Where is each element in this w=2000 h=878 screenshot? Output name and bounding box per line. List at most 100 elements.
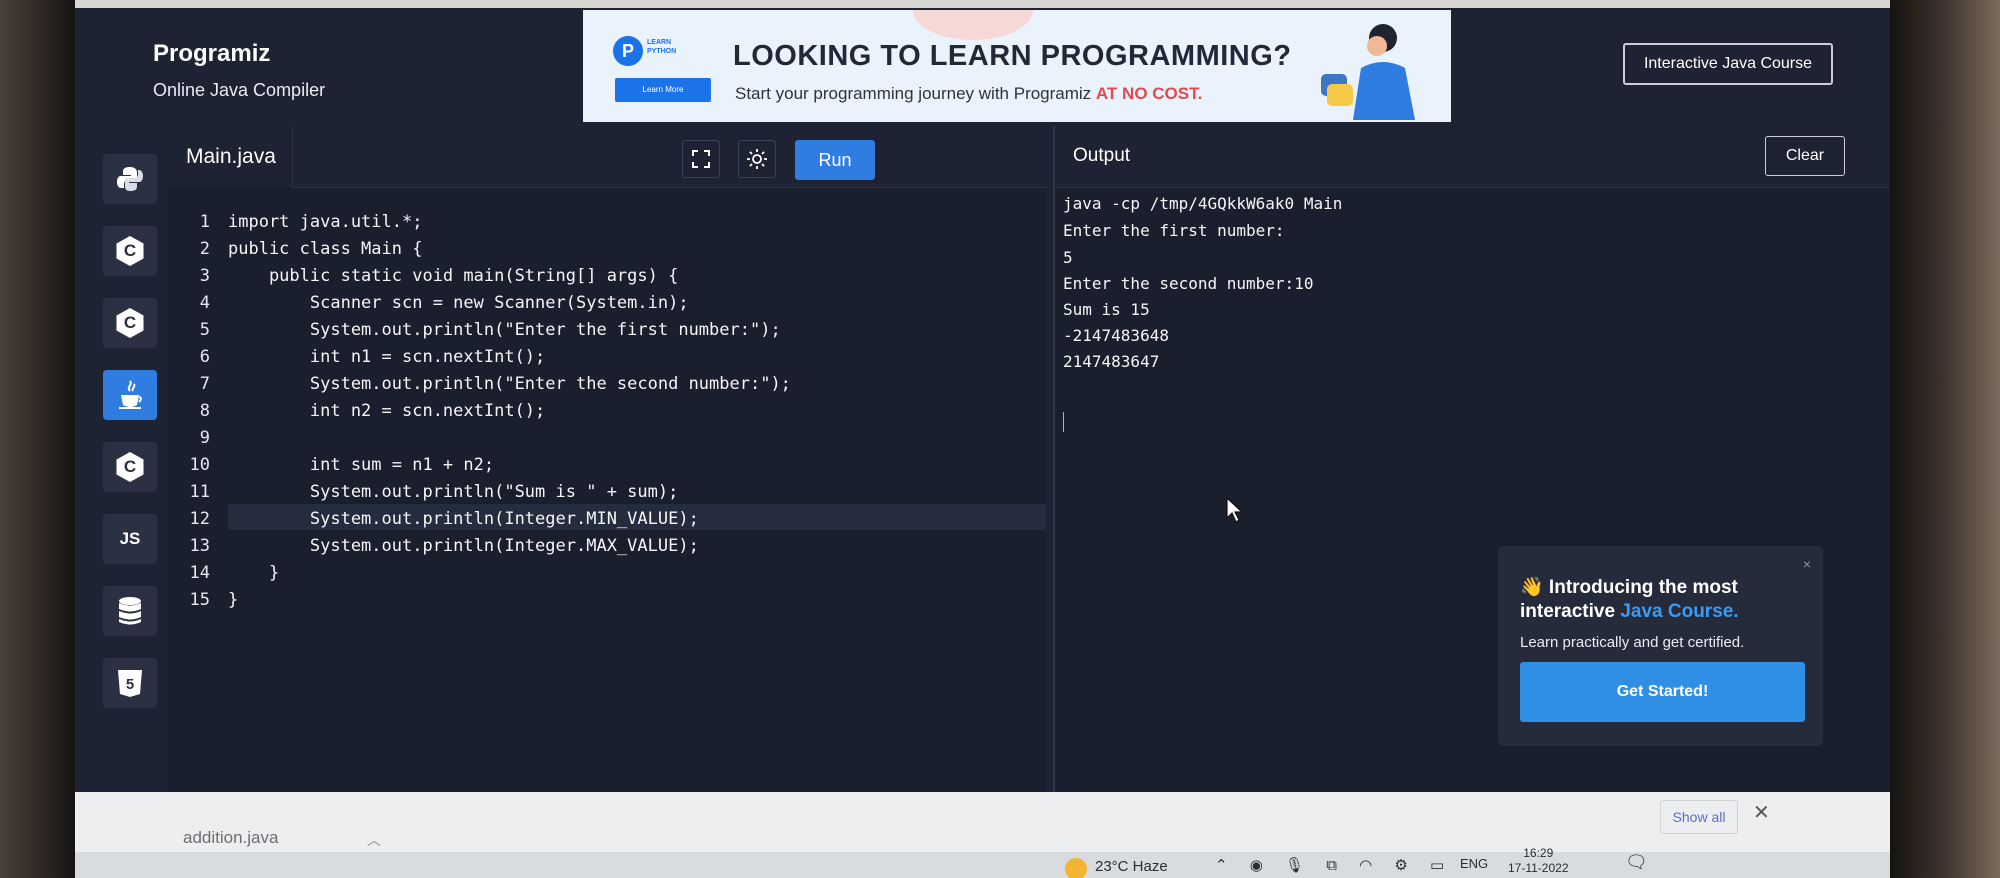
person-illustration-icon: [1321, 24, 1415, 120]
line-number: 2: [199, 239, 210, 259]
ad-badge-text: LEARN PYTHON: [647, 39, 677, 55]
html5-icon-label: 5: [126, 676, 134, 693]
sidebar-item-cpp[interactable]: C: [103, 298, 157, 348]
line-number: 15: [189, 590, 210, 610]
code-line[interactable]: System.out.println("Enter the second num…: [228, 374, 791, 394]
line-number: 10: [189, 455, 210, 475]
code-line[interactable]: System.out.println("Sum is " + sum);: [228, 482, 678, 502]
line-number: 12: [189, 509, 210, 529]
interactive-java-course-button[interactable]: Interactive Java Course: [1623, 43, 1833, 85]
output-toolbar: Output Clear: [1055, 126, 1890, 188]
photo-bezel-top: [75, 0, 1890, 8]
code-line[interactable]: }: [228, 563, 279, 583]
photo-bezel-right: [1890, 0, 2000, 878]
code-line[interactable]: System.out.println("Enter the first numb…: [228, 320, 781, 340]
output-line: 2147483647: [1063, 352, 1160, 371]
ad-subtitle-accent: AT NO COST.: [1095, 84, 1203, 103]
code-line[interactable]: public class Main {: [228, 239, 422, 259]
sidebar-item-python[interactable]: [103, 154, 157, 204]
output-line: -2147483648: [1063, 326, 1169, 345]
input-language-indicator[interactable]: ENG: [1460, 856, 1488, 871]
line-number: 7: [199, 374, 210, 394]
promo-close-icon[interactable]: ×: [1803, 556, 1811, 572]
database-icon: [119, 597, 141, 625]
line-number: 13: [189, 536, 210, 556]
close-downloads-icon[interactable]: ✕: [1753, 800, 1770, 825]
clock-time: 16:29: [1523, 846, 1554, 860]
system-tray-icons[interactable]: ⌃ ◉ 🎙 ⧉ ◠ ⚙ ▭: [1215, 856, 1453, 874]
output-input-caret[interactable]: [1063, 412, 1064, 432]
show-all-downloads-button[interactable]: Show all: [1660, 800, 1738, 834]
ad-learn-more-button[interactable]: Learn More: [615, 78, 711, 102]
cpp-icon: C: [116, 308, 144, 338]
line-number: 11: [189, 482, 210, 502]
line-number: 9: [199, 428, 210, 448]
code-line[interactable]: int sum = n1 + n2;: [228, 455, 494, 475]
code-line[interactable]: int n2 = scn.nextInt();: [228, 401, 545, 421]
clock-date: 17-11-2022: [1508, 861, 1569, 875]
javascript-icon: JS: [119, 529, 141, 548]
output-line: Enter the first number:: [1063, 221, 1285, 240]
output-line: java -cp /tmp/4GQkkW6ak0 Main: [1063, 194, 1343, 213]
programiz-logo[interactable]: Programiz: [153, 40, 270, 68]
line-number: 6: [199, 347, 210, 367]
output-line: Enter the second number:10: [1063, 274, 1314, 293]
weather-haze-icon: [1065, 858, 1087, 878]
java-coffee-icon: [119, 380, 142, 409]
weather-widget[interactable]: 23°C Haze: [1095, 858, 1168, 875]
taskbar-clock[interactable]: 16:29 17-11-2022: [1508, 846, 1569, 876]
line-number: 3: [199, 266, 210, 286]
fullscreen-icon: [692, 150, 710, 168]
csharp-icon: C: [116, 452, 144, 482]
fullscreen-button[interactable]: [682, 140, 720, 178]
code-line[interactable]: Scanner scn = new Scanner(System.in);: [228, 293, 689, 313]
sidebar-item-csharp[interactable]: C: [103, 442, 157, 492]
sidebar-item-java[interactable]: [103, 370, 157, 420]
promo-title: 👋 Introducing the most interactive Java …: [1520, 576, 1810, 624]
line-number: 14: [189, 563, 210, 583]
ad-title: LOOKING TO LEARN PROGRAMMING?: [733, 40, 1292, 72]
screen: Programiz Online Java Compiler P LEARN P…: [75, 8, 1890, 878]
programiz-badge-icon: P: [613, 36, 643, 66]
file-tab-main-java[interactable]: Main.java: [168, 126, 293, 188]
ad-subtitle-text: Start your programming journey with Prog…: [735, 84, 1096, 103]
line-number: 4: [199, 293, 210, 313]
theme-toggle-button[interactable]: [738, 140, 776, 178]
photo-bezel-left: [0, 0, 75, 878]
sidebar-item-c[interactable]: C: [103, 226, 157, 276]
html5-icon: 5: [118, 670, 142, 697]
promo-subtitle: Learn practically and get certified.: [1520, 634, 1745, 651]
java-course-promo: × 👋 Introducing the most interactive Jav…: [1498, 546, 1823, 746]
code-line[interactable]: public static void main(String[] args) {: [228, 266, 678, 286]
sidebar-item-html[interactable]: 5: [103, 658, 157, 708]
page-subtitle: Online Java Compiler: [153, 80, 326, 100]
code-line[interactable]: }: [228, 590, 238, 610]
line-number: 5: [199, 320, 210, 340]
line-number: 1: [199, 212, 210, 232]
c-icon: C: [116, 236, 144, 266]
promo-title-accent: Java Course.: [1620, 601, 1739, 622]
language-sidebar: C C C JS 5: [75, 126, 157, 878]
code-editor-panel: Main.java Run 1 2 3 4 5 6 7 8 9 10 11 12…: [168, 126, 1046, 826]
code-line[interactable]: System.out.println(Integer.MAX_VALUE);: [228, 536, 699, 556]
get-started-button[interactable]: Get Started!: [1520, 662, 1805, 722]
output-line: Sum is 15: [1063, 300, 1150, 319]
code-line[interactable]: int n1 = scn.nextInt();: [228, 347, 545, 367]
line-number: 8: [199, 401, 210, 421]
download-item-filename[interactable]: addition.java: [183, 828, 278, 848]
run-button[interactable]: Run: [795, 140, 875, 180]
sidebar-item-sql[interactable]: [103, 586, 157, 636]
editor-toolbar: Main.java Run: [168, 126, 1046, 188]
clear-button[interactable]: Clear: [1765, 136, 1845, 176]
browser-downloads-bar: addition.java ︿ Show all ✕: [75, 792, 1890, 852]
ad-decoration: [913, 10, 1033, 40]
ad-subtitle: Start your programming journey with Prog…: [735, 84, 1202, 104]
output-title: Output: [1073, 145, 1131, 166]
code-line[interactable]: System.out.println(Integer.MIN_VALUE);: [228, 509, 699, 529]
code-line[interactable]: import java.util.*;: [228, 212, 422, 232]
windows-taskbar: 23°C Haze ⌃ ◉ 🎙 ⧉ ◠ ⚙ ▭ ENG 16:29 17-11-…: [75, 846, 1890, 878]
notification-center-icon[interactable]: 🗨: [1625, 852, 1648, 873]
sidebar-item-javascript[interactable]: JS: [103, 514, 157, 564]
ad-banner[interactable]: P LEARN PYTHON Learn More LOOKING TO LEA…: [583, 10, 1451, 122]
chevron-up-icon[interactable]: ︿: [367, 830, 381, 850]
